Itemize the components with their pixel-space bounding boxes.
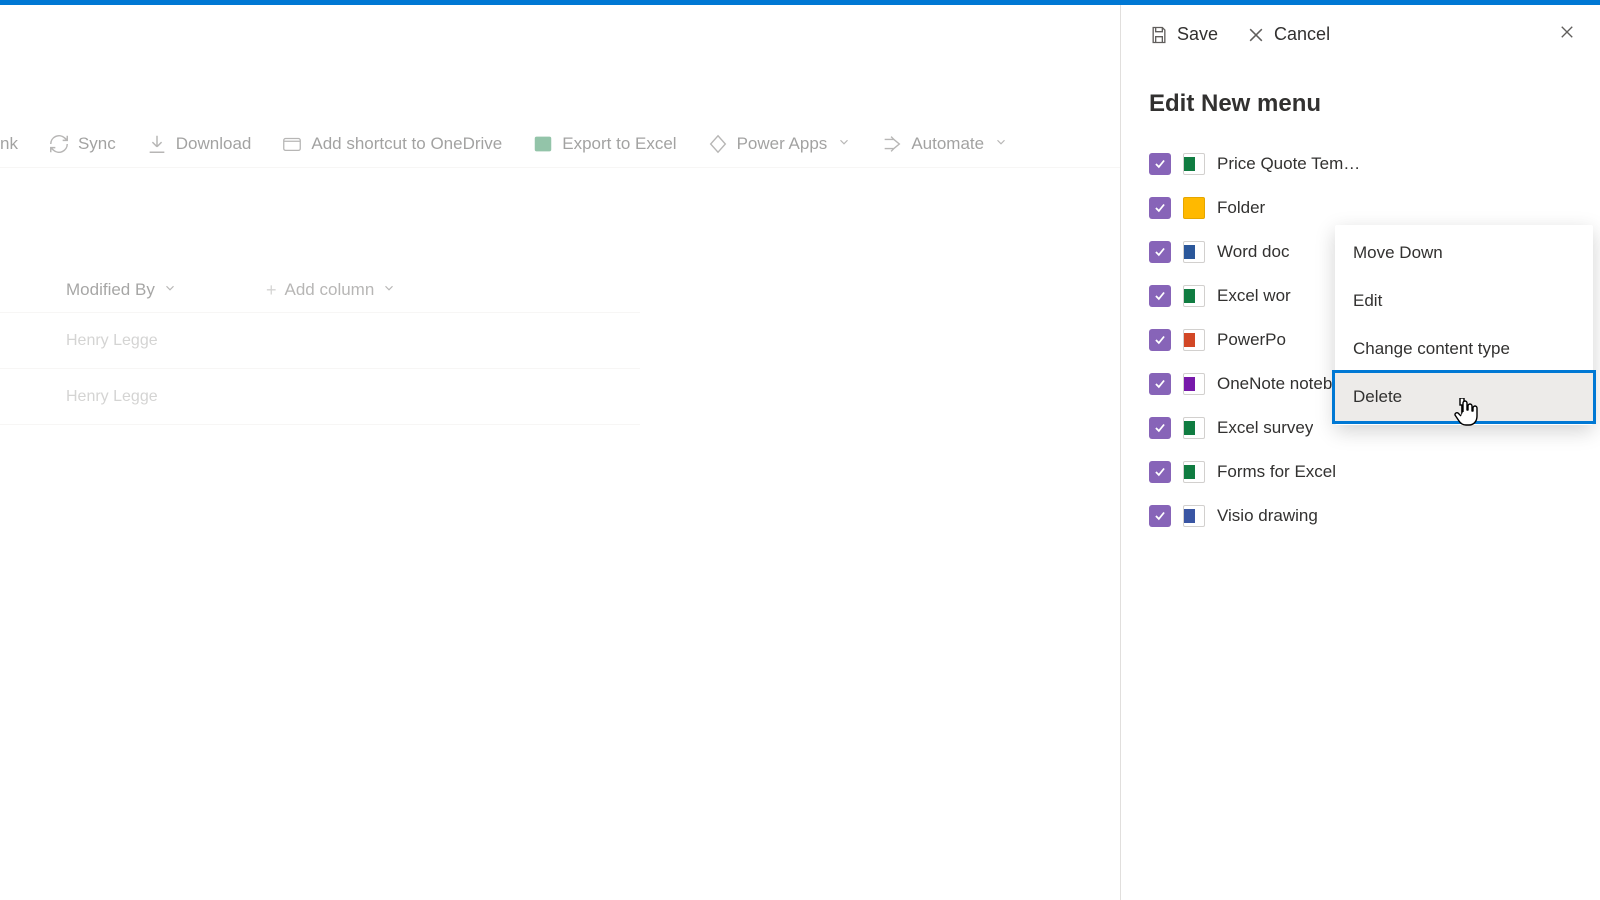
checkbox-checked[interactable] — [1149, 417, 1171, 439]
plus-icon: + — [266, 280, 277, 301]
excel-file-icon — [1183, 417, 1205, 439]
onenote-file-icon — [1183, 373, 1205, 395]
menu-item-label: Visio drawing — [1217, 506, 1318, 526]
toolbar-add-shortcut-label: Add shortcut to OneDrive — [311, 134, 502, 154]
toolbar-download[interactable]: Download — [140, 125, 258, 163]
close-icon — [1246, 25, 1266, 45]
cell-modified-by: Henry Legge — [66, 388, 158, 406]
save-label: Save — [1177, 24, 1218, 45]
checkbox-checked[interactable] — [1149, 285, 1171, 307]
chevron-down-icon — [163, 280, 177, 300]
menu-item[interactable]: Forms for Excel — [1149, 450, 1572, 494]
checkbox-checked[interactable] — [1149, 505, 1171, 527]
menu-item[interactable]: Folder — [1149, 186, 1572, 230]
menu-item[interactable]: Price Quote Templa... — [1149, 142, 1572, 186]
cell-modified-by: Henry Legge — [66, 332, 158, 350]
checkbox-checked[interactable] — [1149, 373, 1171, 395]
menu-item-label: Folder — [1217, 198, 1265, 218]
save-icon — [1149, 25, 1169, 45]
toolbar-export-excel[interactable]: Export to Excel — [526, 125, 682, 163]
toolbar-automate-label: Automate — [911, 134, 984, 154]
toolbar-sync-label: Sync — [78, 134, 116, 154]
cancel-label: Cancel — [1274, 24, 1330, 45]
chevron-down-icon — [837, 134, 851, 154]
table-row[interactable]: Henry Legge — [0, 369, 640, 425]
toolbar-download-label: Download — [176, 134, 252, 154]
word-file-icon — [1183, 241, 1205, 263]
excel-file-icon — [1183, 461, 1205, 483]
toolbar-link-label: nk — [0, 134, 18, 154]
context-menu: Move DownEditChange content typeDelete — [1335, 225, 1593, 425]
toolbar-power-apps-label: Power Apps — [737, 134, 828, 154]
excel-icon — [532, 133, 554, 155]
checkbox-checked[interactable] — [1149, 241, 1171, 263]
toolbar-export-excel-label: Export to Excel — [562, 134, 676, 154]
toolbar-link[interactable]: nk — [0, 126, 24, 162]
edit-new-menu-panel: Save Cancel Edit New menu Price Quote Te… — [1120, 5, 1600, 900]
menu-item-label: Forms for Excel — [1217, 462, 1336, 482]
automate-icon — [881, 133, 903, 155]
checkbox-checked[interactable] — [1149, 197, 1171, 219]
menu-item-label: Price Quote Templa... — [1217, 154, 1367, 174]
chevron-down-icon — [382, 280, 396, 300]
ppt-file-icon — [1183, 329, 1205, 351]
context-menu-item[interactable]: Move Down — [1335, 229, 1593, 277]
menu-item-label: Excel wor — [1217, 286, 1291, 306]
menu-item-label: PowerPo — [1217, 330, 1286, 350]
table-row[interactable]: Henry Legge — [0, 313, 640, 369]
checkbox-checked[interactable] — [1149, 153, 1171, 175]
power-apps-icon — [707, 133, 729, 155]
checkbox-checked[interactable] — [1149, 461, 1171, 483]
panel-close-button[interactable] — [1558, 23, 1576, 46]
add-column-button[interactable]: + Add column — [266, 280, 396, 301]
toolbar-sync[interactable]: Sync — [42, 125, 122, 163]
menu-item-label: Excel survey — [1217, 418, 1313, 438]
excel-file-icon — [1183, 153, 1205, 175]
folder-file-icon — [1183, 197, 1205, 219]
list-rows: Henry Legge Henry Legge — [0, 312, 640, 425]
checkbox-checked[interactable] — [1149, 329, 1171, 351]
save-button[interactable]: Save — [1149, 24, 1218, 45]
context-menu-item[interactable]: Change content type — [1335, 325, 1593, 373]
context-menu-item[interactable]: Delete — [1335, 373, 1593, 421]
sync-icon — [48, 133, 70, 155]
onedrive-shortcut-icon — [281, 133, 303, 155]
add-column-label: Add column — [285, 280, 375, 300]
column-modified-by-label: Modified By — [66, 280, 155, 300]
toolbar-automate[interactable]: Automate — [875, 125, 1014, 163]
context-menu-item[interactable]: Edit — [1335, 277, 1593, 325]
toolbar-add-shortcut[interactable]: Add shortcut to OneDrive — [275, 125, 508, 163]
menu-item-label: Word doc — [1217, 242, 1289, 262]
chevron-down-icon — [994, 134, 1008, 154]
visio-file-icon — [1183, 505, 1205, 527]
panel-title: Edit New menu — [1121, 64, 1600, 142]
cancel-button[interactable]: Cancel — [1246, 24, 1330, 45]
column-modified-by[interactable]: Modified By — [66, 280, 266, 300]
menu-item[interactable]: Visio drawing — [1149, 494, 1572, 538]
toolbar-power-apps[interactable]: Power Apps — [701, 125, 858, 163]
download-icon — [146, 133, 168, 155]
excel-file-icon — [1183, 285, 1205, 307]
